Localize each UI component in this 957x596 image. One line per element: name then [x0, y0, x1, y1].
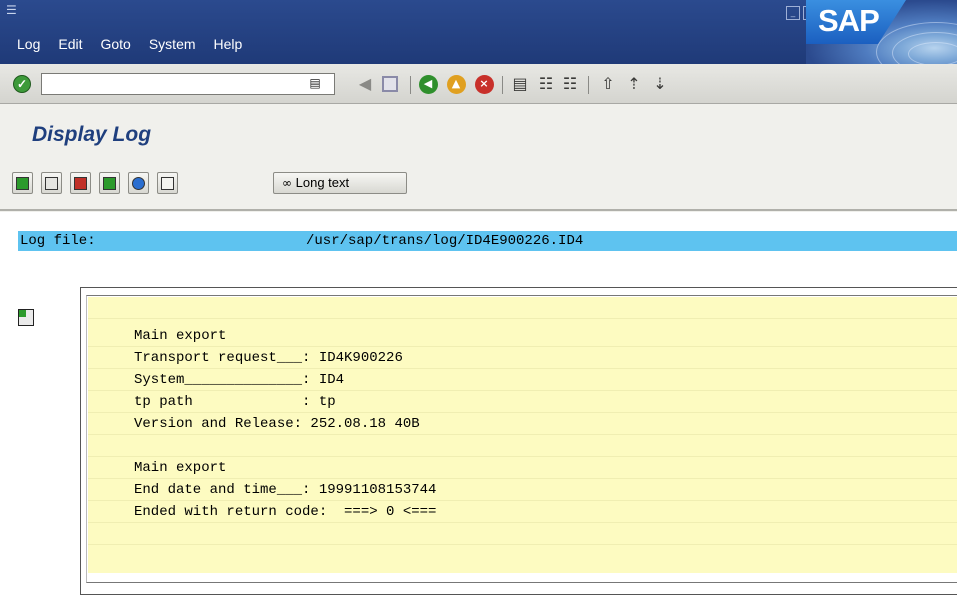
back-arrow-icon[interactable]: ◀ [355, 74, 375, 94]
print-icon: ▤ [512, 74, 528, 93]
back-button[interactable]: ◀ [418, 74, 438, 94]
find-button[interactable]: ☷ [536, 74, 556, 94]
log-line [88, 435, 957, 457]
minimize-icon[interactable]: _ [786, 6, 800, 20]
log-line: Ended with return code: ===> 0 <=== [88, 501, 957, 523]
exit-icon: ▲ [446, 74, 466, 94]
checkmark-icon: ✓ [13, 75, 31, 93]
next-page-icon: ⇣ [653, 74, 667, 93]
first-page-button[interactable]: ⇧ [598, 74, 618, 94]
system-menu-icon[interactable]: ☰ [6, 4, 20, 16]
page-title: Display Log [32, 123, 152, 146]
log-line [88, 523, 957, 545]
menu-bar: Log Edit Goto System Help [8, 36, 251, 52]
command-field[interactable] [41, 73, 335, 95]
save-button[interactable] [380, 74, 400, 94]
expand-icon [45, 176, 58, 190]
log-line: End date and time___: 19991108153744 [88, 479, 957, 501]
find-next-icon: ☷ [562, 74, 578, 93]
standard-toolbar: ✓ ▤ ◀ ◀ ▲ × ▤ ☷ ☷ ⇧ ⇡ ⇣ [0, 64, 957, 104]
details-icon [161, 176, 174, 190]
long-text-label: Long text [295, 175, 350, 190]
menu-goto[interactable]: Goto [91, 36, 139, 52]
next-page-button[interactable]: ⇣ [650, 74, 670, 94]
screen-title-bar: Display Log [0, 105, 957, 157]
expand-all-button[interactable] [12, 172, 33, 194]
application-toolbar: ∞ Long text [0, 157, 957, 211]
log-line [88, 297, 957, 319]
title-bar: ☰ Log Edit Goto System Help _ □ × SAP [0, 0, 957, 64]
sap-logo: SAP [806, 0, 957, 64]
menu-system[interactable]: System [140, 36, 205, 52]
back-icon: ◀ [418, 74, 438, 94]
save-icon [382, 76, 398, 92]
find-next-button[interactable]: ☷ [560, 74, 580, 94]
refresh-button[interactable] [128, 172, 149, 194]
toolbar-separator [502, 76, 503, 94]
previous-page-icon: ⇡ [627, 74, 641, 93]
log-file-path: /usr/sap/trans/log/ID4E900226.ID4 [306, 233, 584, 249]
menu-log[interactable]: Log [8, 36, 49, 52]
menu-help[interactable]: Help [205, 36, 252, 52]
collapse-all-button[interactable] [99, 172, 120, 194]
first-page-icon: ⇧ [601, 74, 615, 93]
long-text-button[interactable]: ∞ Long text [273, 172, 407, 194]
log-line: Main export [88, 325, 957, 347]
collapse-all-icon [103, 176, 116, 190]
log-line: Transport request___: ID4K900226 [88, 347, 957, 369]
log-file-header: Log file: /usr/sap/trans/log/ID4E900226.… [18, 231, 957, 251]
collapse-button[interactable] [70, 172, 91, 194]
enter-button[interactable]: ✓ [12, 74, 32, 94]
sap-logo-text: SAP [818, 3, 880, 38]
log-content: Log file: /usr/sap/trans/log/ID4E900226.… [0, 212, 957, 596]
find-icon: ☷ [538, 74, 554, 93]
print-button[interactable]: ▤ [510, 74, 530, 94]
toolbar-separator [588, 76, 589, 94]
expand-button[interactable] [41, 172, 62, 194]
menu-edit[interactable]: Edit [49, 36, 91, 52]
toolbar-separator [410, 76, 411, 94]
details-button[interactable] [157, 172, 178, 194]
cancel-button[interactable]: × [474, 74, 494, 94]
log-line: System______________: ID4 [88, 369, 957, 391]
expand-node-icon[interactable] [18, 309, 34, 326]
refresh-icon [132, 176, 145, 190]
previous-page-button[interactable]: ⇡ [624, 74, 644, 94]
exit-button[interactable]: ▲ [446, 74, 466, 94]
log-file-label: Log file: [20, 233, 96, 249]
log-line: Version and Release: 252.08.18 40B [88, 413, 957, 435]
collapse-icon [74, 176, 87, 190]
log-line: Main export [88, 457, 957, 479]
glasses-icon: ∞ [282, 176, 292, 190]
expand-all-icon [16, 176, 29, 190]
command-history-icon[interactable]: ▤ [307, 74, 323, 92]
cancel-icon: × [474, 74, 494, 94]
log-line: tp path : tp [88, 391, 957, 413]
